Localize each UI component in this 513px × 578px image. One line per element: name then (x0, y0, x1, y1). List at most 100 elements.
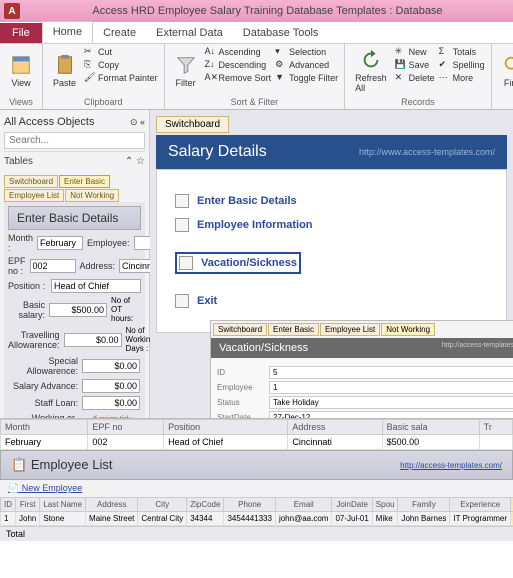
cell[interactable]: 1 (1, 512, 16, 526)
cell[interactable]: Mike (372, 512, 398, 526)
nav-header[interactable]: All Access Objects ⊙ « (4, 114, 145, 130)
view-button[interactable]: View (6, 46, 36, 95)
database-tools-tab[interactable]: Database Tools (233, 23, 329, 43)
switch-employee-info[interactable]: Employee Information (175, 218, 488, 232)
cell[interactable]: Central City (138, 512, 187, 526)
cell[interactable]: 3454441333 (224, 512, 276, 526)
switchboard-doc-tab[interactable]: Switchboard (156, 116, 229, 133)
col-family[interactable]: Family (398, 498, 450, 512)
emp-data-row[interactable]: 1 John Stone Maine Street Central City 3… (1, 512, 513, 526)
grid-data-row[interactable]: February 002 Head of Chief Cincinnati $5… (1, 435, 513, 450)
find-button[interactable]: Find (498, 46, 513, 95)
cell[interactable]: Maine Street (86, 512, 138, 526)
external-data-tab[interactable]: External Data (146, 23, 233, 43)
cut-button[interactable]: ✂Cut (84, 46, 158, 58)
chevron-down-icon[interactable]: ⊙ « (130, 117, 145, 128)
cell[interactable]: John Barnes (398, 512, 450, 526)
collapse-icon[interactable]: ⌃ ☆ (125, 156, 145, 167)
new-employee-link[interactable]: 📄 New Employee (0, 480, 513, 497)
cell[interactable]: Cincinnati (288, 435, 382, 450)
advanced-button[interactable]: ⚙Advanced (275, 59, 338, 71)
vid-input[interactable] (269, 366, 513, 379)
cell[interactable]: $500.00 (382, 435, 479, 450)
spelling-button[interactable]: ✔Spelling (439, 59, 485, 71)
position-input[interactable] (51, 279, 141, 293)
col-position[interactable]: Position (164, 420, 288, 435)
selection-button[interactable]: ▾Selection (275, 46, 338, 58)
cell[interactable]: Head of Chief (164, 435, 288, 450)
cell[interactable]: 07-Jul-01 (332, 512, 372, 526)
month-input[interactable] (37, 236, 83, 250)
loan-input[interactable] (82, 396, 140, 410)
col-email[interactable]: Email (275, 498, 331, 512)
sort-asc-icon: A↓ (205, 46, 217, 58)
advance-input[interactable] (82, 379, 140, 393)
descending-button[interactable]: Z↓Descending (205, 59, 272, 71)
new-button[interactable]: ✳New (395, 46, 435, 58)
vstatus-input[interactable] (269, 396, 513, 409)
tab-not-working[interactable]: Not Working (65, 189, 119, 202)
cell[interactable]: 002 (88, 435, 164, 450)
travel-input[interactable] (64, 333, 122, 347)
vtab-not-working[interactable]: Not Working (381, 323, 435, 336)
switch-exit[interactable]: Exit (175, 294, 488, 308)
col-address[interactable]: Address (86, 498, 138, 512)
vacation-link[interactable]: http://access-templates.com/ (442, 342, 513, 354)
tab-switchboard[interactable]: Switchboard (4, 175, 58, 188)
save-button[interactable]: 💾Save (395, 59, 435, 71)
more-button[interactable]: ⋯More (439, 72, 485, 84)
file-tab[interactable]: File (0, 23, 42, 43)
col-city[interactable]: City (138, 498, 187, 512)
cell[interactable]: Stone (40, 512, 86, 526)
descending-label: Descending (219, 60, 267, 70)
cell[interactable]: John (16, 512, 40, 526)
special-input[interactable] (82, 359, 140, 373)
totals-button[interactable]: ΣTotals (439, 46, 485, 58)
col-tr[interactable]: Tr (479, 420, 512, 435)
epf-input[interactable] (30, 259, 76, 273)
col-zip[interactable]: ZipCode (187, 498, 224, 512)
col-lastname[interactable]: Last Name (40, 498, 86, 512)
header-link[interactable]: http://www.access-templates.com/ (359, 147, 495, 157)
basic-salary-input[interactable] (49, 303, 107, 317)
tables-header[interactable]: Tables ⌃ ☆ (4, 151, 145, 171)
col-epf[interactable]: EPF no (88, 420, 164, 435)
search-input[interactable] (4, 132, 145, 149)
home-tab[interactable]: Home (42, 21, 93, 43)
col-id[interactable]: ID (1, 498, 16, 512)
cell[interactable]: john@aa.com (275, 512, 331, 526)
cell[interactable]: IT Programmer (450, 512, 511, 526)
switch-enter-basic[interactable]: Enter Basic Details (175, 194, 488, 208)
refresh-button[interactable]: Refresh All (351, 46, 391, 95)
ascending-button[interactable]: A↓Ascending (205, 46, 272, 58)
col-address[interactable]: Address (288, 420, 382, 435)
box-icon (179, 256, 193, 270)
switch-vacation[interactable]: Vacation/Sickness (175, 252, 301, 274)
format-painter-button[interactable]: 🖌Format Painter (84, 72, 158, 84)
col-joindate[interactable]: JoinDate (332, 498, 372, 512)
filter-button[interactable]: Filter (171, 46, 201, 95)
col-phone[interactable]: Phone (224, 498, 276, 512)
vemployee-input[interactable] (269, 381, 513, 394)
cell[interactable]: 34344 (187, 512, 224, 526)
toggle-filter-button[interactable]: ▼Toggle Filter (275, 72, 338, 84)
remove-sort-button[interactable]: A✕Remove Sort (205, 72, 272, 84)
tab-employee-list[interactable]: Employee List (4, 189, 64, 202)
col-spou[interactable]: Spou (372, 498, 398, 512)
vtab-enter-basic[interactable]: Enter Basic (268, 323, 319, 336)
col-experience[interactable]: Experience (450, 498, 511, 512)
paste-button[interactable]: Paste (49, 46, 80, 95)
create-tab[interactable]: Create (93, 23, 146, 43)
ascending-label: Ascending (219, 47, 261, 57)
copy-button[interactable]: ⎘Copy (84, 59, 158, 71)
employee-list-link[interactable]: http://access-templates.com/ (400, 461, 502, 470)
vtab-switchboard[interactable]: Switchboard (213, 323, 267, 336)
col-first[interactable]: First (16, 498, 40, 512)
col-basic[interactable]: Basic sala (382, 420, 479, 435)
tab-enter-basic[interactable]: Enter Basic (59, 175, 110, 188)
delete-button[interactable]: ✕Delete (395, 72, 435, 84)
cell[interactable] (479, 435, 512, 450)
vtab-employee-list[interactable]: Employee List (320, 323, 380, 336)
cell[interactable]: February (1, 435, 88, 450)
col-month[interactable]: Month (1, 420, 88, 435)
